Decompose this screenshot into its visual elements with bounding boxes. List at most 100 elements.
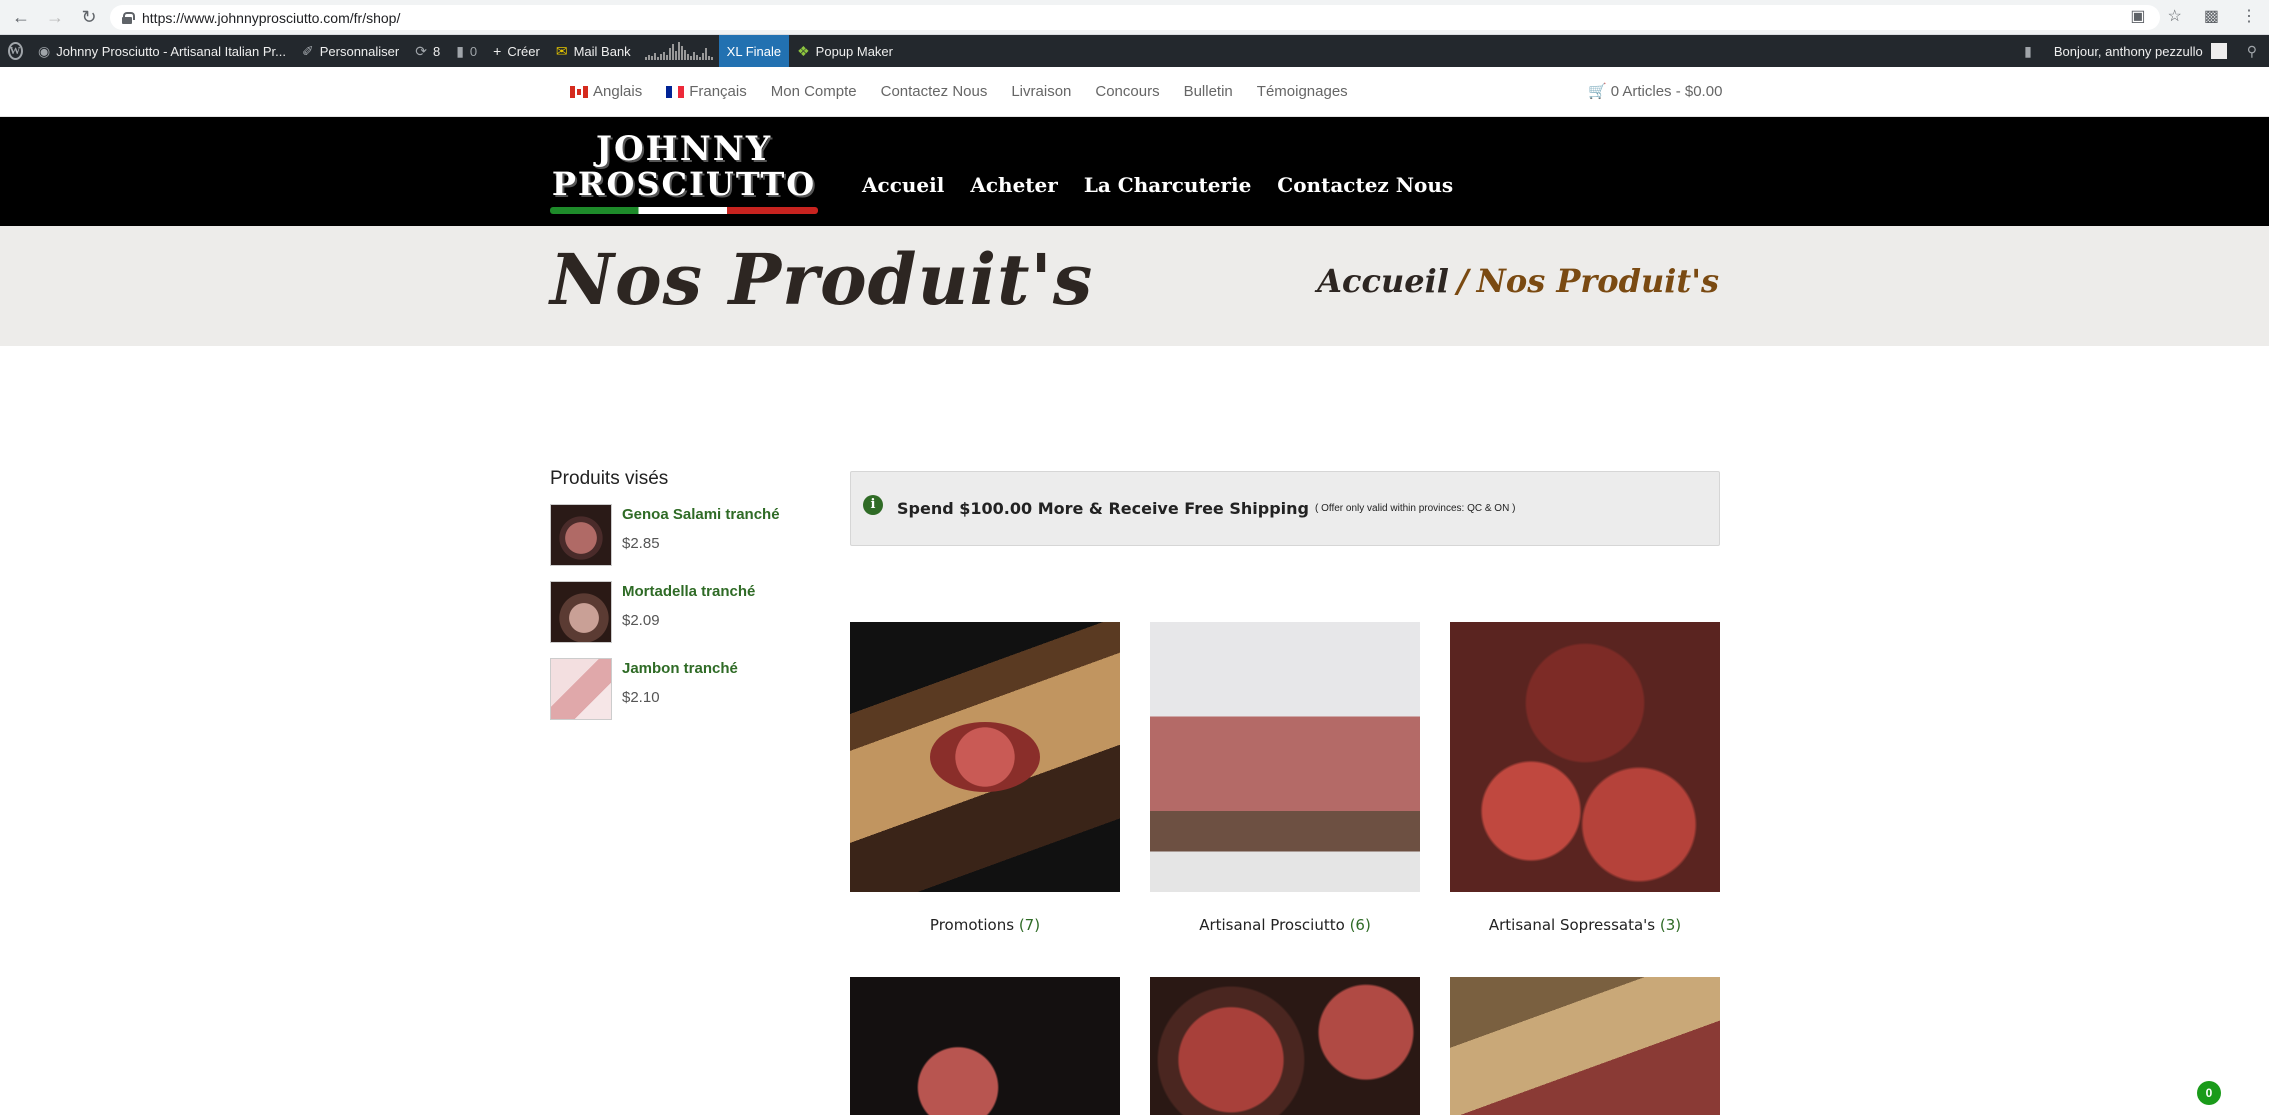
nav-shipping[interactable]: Livraison bbox=[1011, 83, 1071, 100]
category-caption[interactable]: Artisanal Sopressata's (3) bbox=[1450, 916, 1720, 934]
logo-line1: JOHNNY bbox=[595, 129, 773, 169]
product-price: $2.85 bbox=[622, 535, 660, 552]
menu-contact[interactable]: Contactez Nous bbox=[1277, 173, 1453, 197]
lang-french-label: Français bbox=[689, 83, 747, 100]
category-image[interactable] bbox=[1150, 977, 1420, 1115]
updates-count: 8 bbox=[432, 43, 441, 59]
my-account-link[interactable]: Bonjour, anthony pezzullo bbox=[2046, 35, 2235, 67]
product-thumbnail[interactable] bbox=[550, 581, 612, 643]
back-icon[interactable]: ← bbox=[8, 4, 34, 30]
comments-link[interactable]: ▮ 0 bbox=[448, 35, 485, 67]
updates-link[interactable]: ⟳ 8 bbox=[407, 35, 448, 67]
free-shipping-notice: i Spend $100.00 More & Receive Free Ship… bbox=[850, 471, 1720, 546]
nav-contact[interactable]: Contactez Nous bbox=[881, 83, 988, 100]
category-caption[interactable]: Artisanal Prosciutto (6) bbox=[1150, 916, 1420, 934]
product-thumbnail[interactable] bbox=[550, 504, 612, 566]
extension-icon[interactable]: ▩ bbox=[2204, 6, 2219, 26]
cart-link[interactable]: 🛒 0 Articles - $0.00 bbox=[1588, 82, 1722, 101]
notice-fineprint: ( Offer only valid within provinces: QC … bbox=[1314, 503, 1516, 514]
menu-icon[interactable]: ⋮ bbox=[2241, 6, 2257, 26]
category-count: (7) bbox=[1018, 916, 1041, 934]
site-logo[interactable]: JOHNNY PROSCIUTTO bbox=[550, 131, 818, 219]
lock-icon bbox=[122, 11, 135, 24]
list-item[interactable]: Mortadella tranché $2.09 bbox=[550, 581, 790, 644]
nav-my-account[interactable]: Mon Compte bbox=[771, 83, 857, 100]
new-content-link[interactable]: + Créer bbox=[485, 35, 548, 67]
dashboard-icon: ◉ bbox=[38, 42, 51, 59]
comments-count: 0 bbox=[469, 43, 478, 59]
category-image[interactable] bbox=[850, 977, 1120, 1115]
info-icon: i bbox=[863, 494, 883, 515]
france-flag-icon bbox=[666, 85, 685, 98]
nav-testimonials[interactable]: Témoignages bbox=[1257, 83, 1348, 100]
notification-badge[interactable]: 0 bbox=[2197, 1081, 2221, 1105]
category-name: Artisanal Sopressata's bbox=[1488, 916, 1656, 934]
category-image[interactable] bbox=[1150, 622, 1420, 892]
popup-maker-icon: ❖ bbox=[797, 42, 810, 59]
breadcrumb-current: Nos Produit's bbox=[1476, 262, 1719, 300]
breadcrumb-home[interactable]: Accueil bbox=[1317, 262, 1449, 300]
category-card-prosciutto[interactable]: Artisanal Prosciutto (6) bbox=[1150, 622, 1420, 934]
nav-contest[interactable]: Concours bbox=[1095, 83, 1159, 100]
notifications-link[interactable]: ▮ bbox=[2016, 35, 2046, 67]
breadcrumb-separator: / bbox=[1456, 262, 1469, 300]
forward-icon[interactable]: → bbox=[42, 4, 68, 30]
wp-admin-bar: W ◉ Johnny Prosciutto - Artisanal Italia… bbox=[0, 35, 2269, 67]
cart-icon: 🛒 bbox=[1588, 83, 1607, 100]
category-card-promotions[interactable]: Promotions (7) bbox=[850, 622, 1120, 934]
menu-shop[interactable]: Acheter bbox=[970, 173, 1057, 197]
nav-newsletter[interactable]: Bulletin bbox=[1184, 83, 1233, 100]
page-title-band: Nos Produit's Accueil / Nos Produit's bbox=[0, 226, 2269, 346]
category-caption[interactable]: Promotions (7) bbox=[850, 916, 1120, 934]
featured-products-widget: Produits visés Genoa Salami tranché $2.8… bbox=[550, 468, 790, 735]
reload-icon[interactable]: ↻ bbox=[76, 4, 102, 30]
canada-flag-icon bbox=[570, 85, 588, 98]
bookmark-star-icon[interactable]: ☆ bbox=[2168, 6, 2182, 26]
category-count: (3) bbox=[1659, 916, 1682, 934]
category-image[interactable] bbox=[1450, 977, 1720, 1115]
category-image[interactable] bbox=[850, 622, 1120, 892]
url-text: https://www.johnnyprosciutto.com/fr/shop… bbox=[142, 9, 401, 26]
category-name: Promotions bbox=[929, 916, 1015, 934]
category-card[interactable] bbox=[1450, 977, 1720, 1115]
secondary-navigation: Anglais Français Mon Compte Contactez No… bbox=[0, 67, 2269, 117]
brush-icon: ✐ bbox=[302, 42, 314, 59]
lang-french-link[interactable]: Français bbox=[666, 83, 747, 100]
translate-icon[interactable]: ▣ bbox=[2130, 6, 2145, 26]
address-bar[interactable]: https://www.johnnyprosciutto.com/fr/shop… bbox=[110, 5, 2160, 30]
product-name[interactable]: Jambon tranché bbox=[622, 660, 738, 677]
customize-label: Personnaliser bbox=[319, 43, 400, 59]
search-icon: ⚲ bbox=[2246, 42, 2257, 59]
wordpress-logo-button[interactable]: W bbox=[0, 35, 30, 67]
menu-home[interactable]: Accueil bbox=[862, 173, 944, 197]
xl-finale-link[interactable]: XL Finale bbox=[718, 35, 790, 67]
product-name[interactable]: Mortadella tranché bbox=[622, 583, 755, 600]
product-name[interactable]: Genoa Salami tranché bbox=[622, 506, 780, 523]
list-item[interactable]: Genoa Salami tranché $2.85 bbox=[550, 504, 790, 567]
category-card[interactable] bbox=[1150, 977, 1420, 1115]
logo-line2: PROSCIUTTO bbox=[551, 165, 817, 203]
greeting-label: Bonjour, anthony pezzullo bbox=[2053, 43, 2203, 59]
avatar bbox=[2210, 43, 2227, 59]
category-card[interactable] bbox=[850, 977, 1120, 1115]
category-card-sopressata[interactable]: Artisanal Sopressata's (3) bbox=[1450, 622, 1720, 934]
plus-icon: + bbox=[493, 43, 502, 59]
mail-bank-icon: ✉ bbox=[555, 42, 568, 59]
category-name: Artisanal Prosciutto bbox=[1199, 916, 1345, 934]
category-image[interactable] bbox=[1450, 622, 1720, 892]
product-thumbnail[interactable] bbox=[550, 658, 612, 720]
mail-bank-link[interactable]: ✉ Mail Bank bbox=[548, 35, 639, 67]
list-item[interactable]: Jambon tranché $2.10 bbox=[550, 658, 790, 721]
search-button[interactable]: ⚲ bbox=[2235, 35, 2269, 67]
customize-link[interactable]: ✐ Personnaliser bbox=[294, 35, 407, 67]
product-price: $2.10 bbox=[622, 689, 660, 706]
comment-icon: ▮ bbox=[456, 42, 464, 59]
create-label: Créer bbox=[507, 43, 540, 59]
notice-text: Spend $100.00 More & Receive Free Shippi… bbox=[897, 499, 1309, 518]
menu-charcuterie[interactable]: La Charcuterie bbox=[1084, 173, 1251, 197]
popup-maker-link[interactable]: ❖ Popup Maker bbox=[789, 35, 901, 67]
xl-finale-label: XL Finale bbox=[726, 43, 782, 59]
lang-english-link[interactable]: Anglais bbox=[570, 83, 642, 100]
traffic-sparkline bbox=[644, 42, 713, 60]
site-name-link[interactable]: ◉ Johnny Prosciutto - Artisanal Italian … bbox=[30, 35, 294, 67]
